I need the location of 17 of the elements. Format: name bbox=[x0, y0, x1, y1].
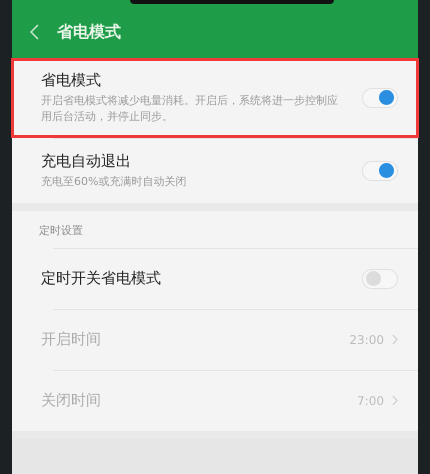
time-value: 7:00 bbox=[357, 394, 384, 408]
setting-title: 省电模式 bbox=[41, 71, 102, 90]
setting-title: 开启时间 bbox=[41, 330, 102, 350]
time-value: 23:00 bbox=[349, 332, 384, 347]
chevron-icon bbox=[392, 395, 398, 406]
back-icon[interactable] bbox=[30, 24, 39, 40]
setting-title: 充电自动退出 bbox=[41, 152, 132, 171]
setting-title: 关闭时间 bbox=[41, 391, 102, 410]
setting-title: 定时开关省电模式 bbox=[41, 269, 162, 288]
setting-description: 充电至60%或充满时自动关闭 bbox=[41, 174, 188, 190]
toggle-switch[interactable] bbox=[362, 160, 398, 181]
page-title: 省电模式 bbox=[57, 22, 121, 42]
section-label: 定时设置 bbox=[38, 222, 84, 239]
setting-description: 开启省电模式将减少电量消耗。开启后，系统将进一步控制应用后台活动，并停止同步。 bbox=[41, 93, 339, 125]
toggle-switch[interactable] bbox=[362, 88, 398, 108]
chevron-icon bbox=[392, 334, 398, 346]
toggle-switch[interactable] bbox=[362, 268, 398, 289]
